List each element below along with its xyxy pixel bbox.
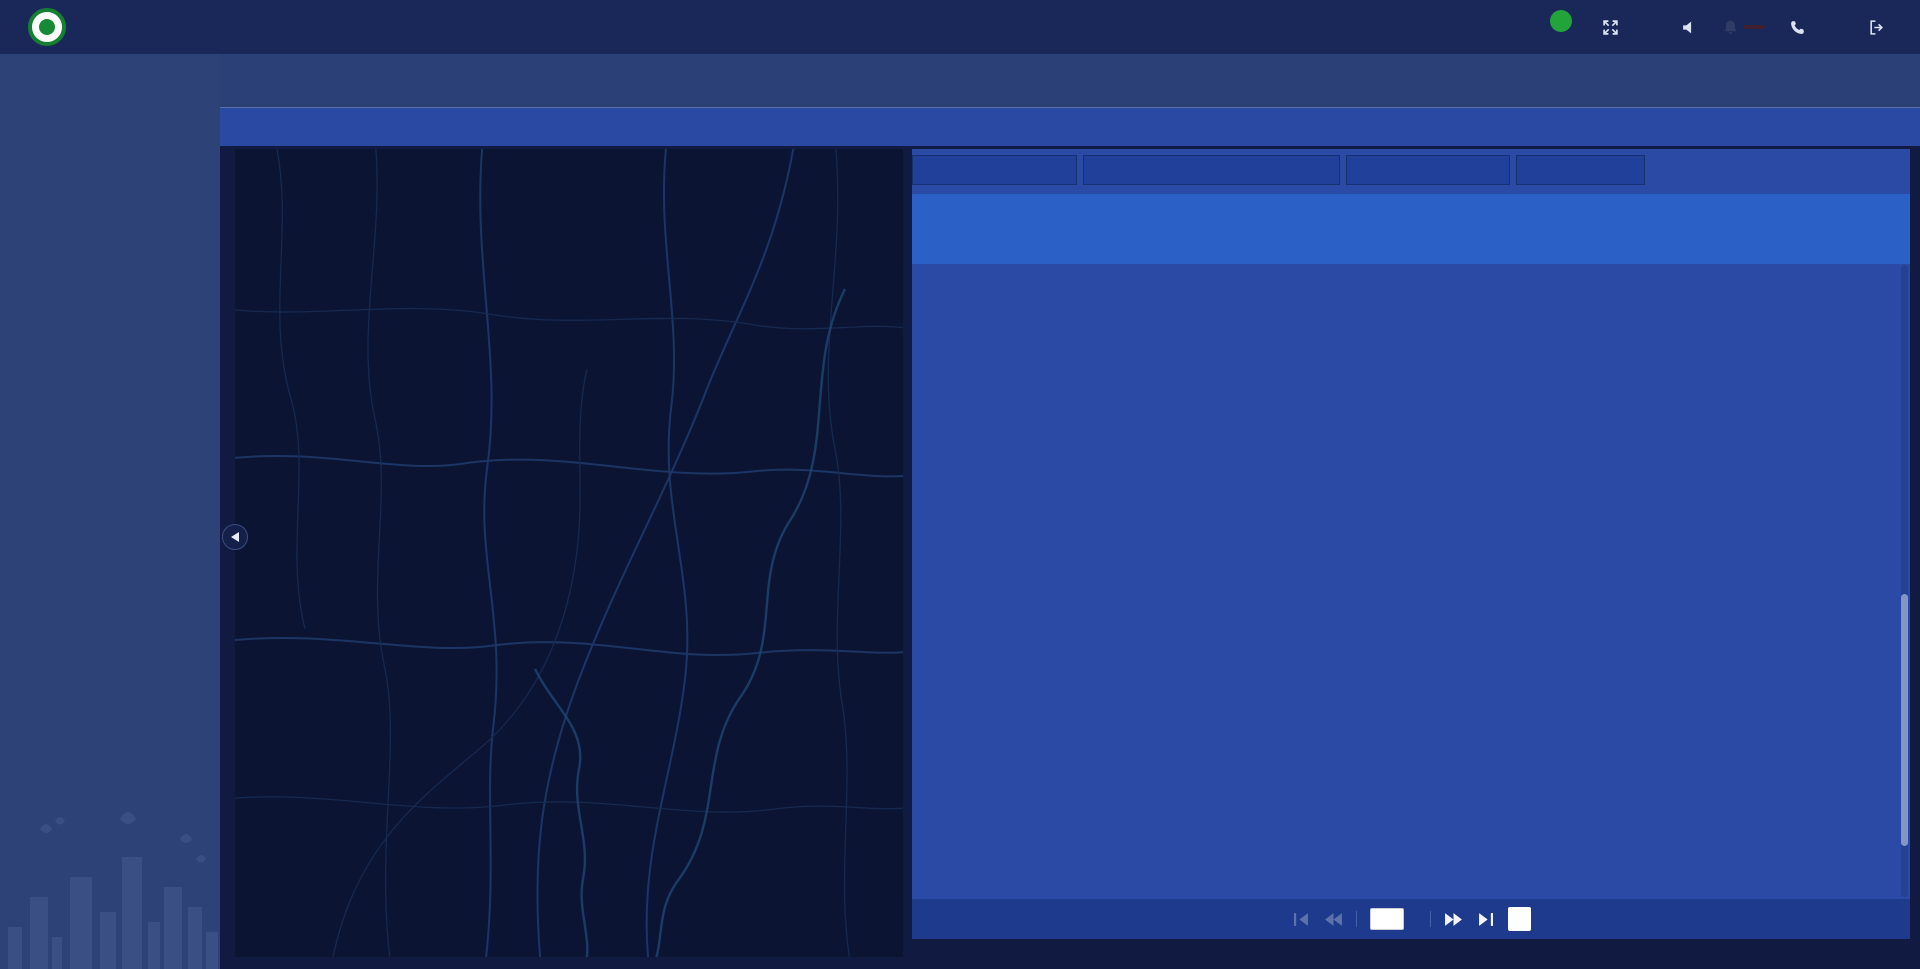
divider (1430, 911, 1431, 927)
brand (28, 8, 82, 46)
fullscreen-icon (1602, 19, 1619, 36)
prev-page-icon (1324, 912, 1343, 927)
last-page-icon (1476, 912, 1495, 927)
enterprise-table-panel (912, 149, 1910, 939)
sidebar (0, 54, 220, 969)
divider (1356, 911, 1357, 927)
logout-button[interactable] (1868, 19, 1892, 36)
col-lost (1846, 226, 1910, 264)
stats-bar (220, 108, 1920, 146)
table-scrollbar[interactable] (1901, 265, 1908, 897)
content-area (220, 54, 1920, 969)
first-page-button[interactable] (1292, 912, 1311, 927)
table-header (912, 194, 1910, 264)
col-region (958, 194, 1086, 264)
help-button[interactable] (1789, 19, 1813, 36)
industry-filter-select[interactable] (1346, 155, 1510, 185)
tab-bar (220, 54, 1920, 108)
enterprise-table (912, 194, 1910, 264)
map-roads (235, 149, 903, 957)
fullscreen-button[interactable] (1602, 19, 1626, 36)
first-page-icon (1292, 912, 1311, 927)
col-stop (1792, 226, 1846, 264)
col-company (1086, 194, 1232, 264)
region-filter-select[interactable] (1083, 155, 1340, 185)
next-page-button[interactable] (1444, 912, 1463, 927)
speaker-icon (1681, 19, 1698, 36)
city-skyline-watermark (0, 799, 220, 969)
col-meters (1638, 194, 1718, 264)
app-logo-icon (28, 8, 66, 46)
name-filter-input[interactable] (912, 155, 1077, 185)
volume-button[interactable] (1681, 19, 1698, 36)
main-panels (220, 146, 1920, 969)
app-root (0, 0, 1920, 969)
col-index (912, 194, 958, 264)
next-page-icon (1444, 912, 1463, 927)
col-run (1718, 226, 1792, 264)
filter-bar (912, 155, 1910, 185)
temperature-badge (1550, 10, 1572, 32)
prev-page-button[interactable] (1324, 912, 1343, 927)
col-industry (1232, 194, 1346, 264)
pagination-bar (912, 899, 1910, 939)
header-toolbar (1526, 16, 1892, 38)
temperature-indicator (1550, 16, 1578, 38)
collapse-left-icon (231, 532, 239, 542)
status-filter-select[interactable] (1516, 155, 1645, 185)
top-header (0, 0, 1920, 54)
col-points (1558, 194, 1638, 264)
logout-icon (1868, 19, 1885, 36)
map-collapse-button[interactable] (222, 524, 248, 550)
col-limit (1346, 194, 1462, 264)
alarm-count-badge (1743, 25, 1765, 29)
page-number-input[interactable] (1370, 908, 1404, 930)
col-facility (1462, 194, 1558, 264)
phone-icon (1789, 19, 1806, 36)
scrollbar-thumb[interactable] (1901, 594, 1908, 847)
map-panel[interactable] (235, 149, 903, 957)
sidebar-menu (0, 54, 220, 58)
bell-icon (1722, 19, 1739, 36)
col-group-point-status (1718, 194, 1910, 226)
last-page-button[interactable] (1476, 912, 1495, 927)
alarm-notification[interactable] (1722, 19, 1765, 36)
page-size-select[interactable] (1508, 907, 1531, 931)
pagination-controls (1292, 907, 1531, 931)
